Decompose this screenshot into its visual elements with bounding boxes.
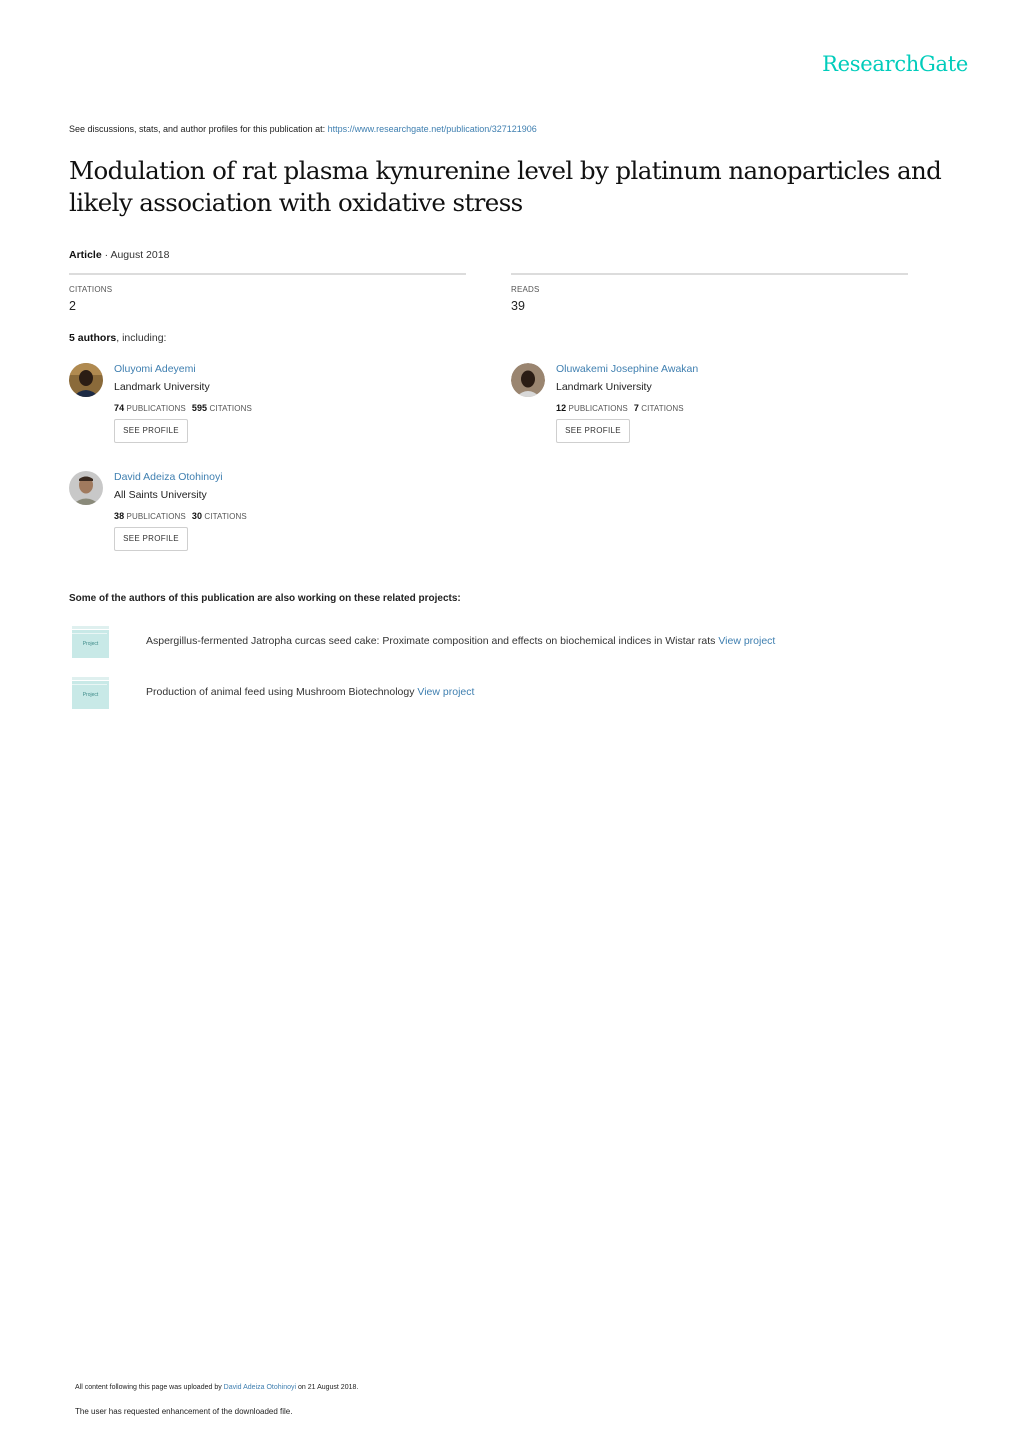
author-stats: 74 PUBLICATIONS 595 CITATIONS xyxy=(114,403,252,413)
citations-label: CITATIONS xyxy=(204,512,247,521)
citations-count: 30 xyxy=(191,511,203,521)
discussion-line: See discussions, stats, and author profi… xyxy=(69,124,537,134)
view-project-link[interactable]: View project xyxy=(417,686,474,698)
publications-label: PUBLICATIONS xyxy=(126,404,186,413)
citations-label: CITATIONS xyxy=(209,404,252,413)
upload-note: All content following this page was uplo… xyxy=(75,1384,358,1391)
view-project-link[interactable]: View project xyxy=(718,635,775,647)
author-avatar[interactable] xyxy=(69,363,103,397)
enhancement-note: The user has requested enhancement of th… xyxy=(75,1407,293,1416)
publication-meta: Article · August 2018 xyxy=(69,249,169,261)
project-icon-label: Project xyxy=(82,641,99,647)
project-item: Project Production of animal feed using … xyxy=(72,677,972,709)
citations-count: 595 xyxy=(191,403,208,413)
avatar-photo-icon xyxy=(69,363,103,397)
project-title: Production of animal feed using Mushroom… xyxy=(146,686,418,698)
authors-count: 5 authors xyxy=(69,332,117,344)
citations-value: 2 xyxy=(69,299,76,313)
author-name-link[interactable]: Oluwakemi Josephine Awakan xyxy=(556,363,698,375)
project-item: Project Aspergillus-fermented Jatropha c… xyxy=(72,626,972,658)
author-avatar[interactable] xyxy=(69,471,103,505)
project-folder-icon: Project xyxy=(72,677,109,709)
publication-url-link[interactable]: https://www.researchgate.net/publication… xyxy=(328,124,537,134)
publications-label: PUBLICATIONS xyxy=(568,404,628,413)
project-folder-icon: Project xyxy=(72,626,109,658)
project-icon-label: Project xyxy=(82,692,99,698)
citations-count: 7 xyxy=(633,403,639,413)
reads-value: 39 xyxy=(511,299,525,313)
publications-count: 38 xyxy=(114,511,125,521)
project-text: Aspergillus-fermented Jatropha curcas se… xyxy=(146,635,775,647)
project-title: Aspergillus-fermented Jatropha curcas se… xyxy=(146,635,719,647)
publications-label: PUBLICATIONS xyxy=(126,512,186,521)
upload-suffix: on 21 August 2018. xyxy=(296,1384,359,1391)
author-institution: Landmark University xyxy=(556,381,652,393)
avatar-photo-icon xyxy=(511,363,545,397)
publications-count: 12 xyxy=(556,403,567,413)
author-card: Oluwakemi Josephine Awakan Landmark Univ… xyxy=(511,363,931,458)
author-name-link[interactable]: Oluyomi Adeyemi xyxy=(114,363,196,375)
upload-prefix: All content following this page was uplo… xyxy=(75,1384,224,1391)
author-stats: 12 PUBLICATIONS 7 CITATIONS xyxy=(556,403,684,413)
author-avatar[interactable] xyxy=(511,363,545,397)
citations-label: CITATIONS xyxy=(641,404,684,413)
author-stats: 38 PUBLICATIONS 30 CITATIONS xyxy=(114,511,247,521)
publication-date: August 2018 xyxy=(110,249,170,261)
researchgate-logo[interactable]: ResearchGate xyxy=(822,52,968,76)
publications-count: 74 xyxy=(114,403,125,413)
author-name-link[interactable]: David Adeiza Otohinoyi xyxy=(114,471,223,483)
related-projects-heading: Some of the authors of this publication … xyxy=(69,593,461,604)
discussion-text: See discussions, stats, and author profi… xyxy=(69,124,328,134)
see-profile-button[interactable]: SEE PROFILE xyxy=(556,419,630,443)
author-card: Oluyomi Adeyemi Landmark University 74 P… xyxy=(69,363,489,458)
publication-type: Article xyxy=(69,249,102,261)
publication-title: Modulation of rat plasma kynurenine leve… xyxy=(69,156,942,217)
authors-summary: 5 authors, including: xyxy=(69,332,166,344)
reads-divider xyxy=(511,273,908,275)
see-profile-button[interactable]: SEE PROFILE xyxy=(114,527,188,551)
project-text: Production of animal feed using Mushroom… xyxy=(146,686,474,698)
uploader-link[interactable]: David Adeiza Otohinoyi xyxy=(224,1384,296,1391)
see-profile-button[interactable]: SEE PROFILE xyxy=(114,419,188,443)
citations-divider xyxy=(69,273,466,275)
author-institution: All Saints University xyxy=(114,489,207,501)
author-card: David Adeiza Otohinoyi All Saints Univer… xyxy=(69,471,489,566)
author-institution: Landmark University xyxy=(114,381,210,393)
citations-label: CITATIONS xyxy=(69,285,113,294)
reads-label: READS xyxy=(511,285,540,294)
avatar-photo-icon xyxy=(69,471,103,505)
authors-suffix: , including: xyxy=(116,332,167,344)
